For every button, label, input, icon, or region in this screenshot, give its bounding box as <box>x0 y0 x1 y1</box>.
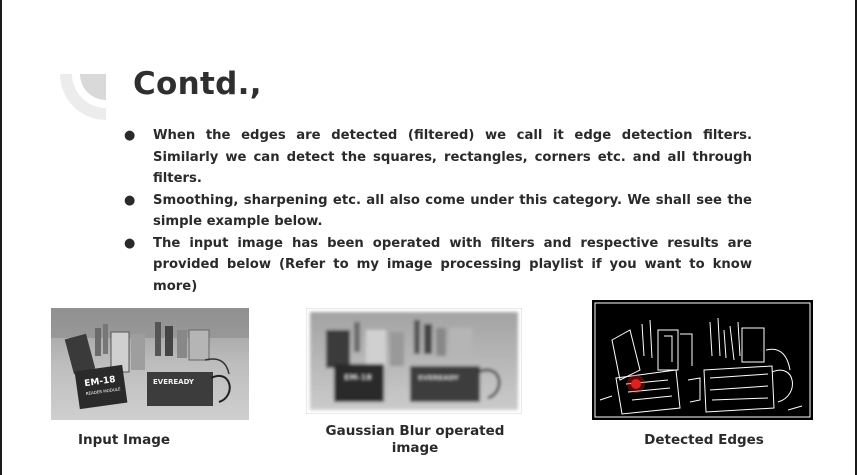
input-image-caption: Input Image <box>77 432 171 448</box>
battery-label-text: EVEREADY <box>153 378 195 386</box>
bullet-text: When the edges are detected (filtered) w… <box>153 128 752 186</box>
bullet-list: ● When the edges are detected (filtered) … <box>122 125 752 297</box>
bullet-item: ● The input image has been operated with … <box>122 233 752 298</box>
bullet-text: Smoothing, sharpening etc. all also come… <box>153 192 752 230</box>
detected-edges-image <box>592 300 813 420</box>
decorative-arc-shape <box>60 74 106 120</box>
bullet-text: The input image has been operated with f… <box>153 235 752 294</box>
blurred-module-label-text: EM-18 <box>344 373 372 382</box>
bullet-item: ● Smoothing, sharpening etc. all also com… <box>122 190 752 233</box>
gaussian-blur-caption: Gaussian Blur operated image <box>325 423 505 456</box>
slide: Contd., ● When the edges are detected (fi… <box>0 0 857 475</box>
input-image: EM-18 READER MODULE EVEREADY <box>51 308 249 420</box>
detected-edges-caption: Detected Edges <box>644 432 764 448</box>
bullet-dot: ● <box>124 128 136 143</box>
gaussian-blur-image: EM-18 EVEREADY <box>306 308 522 414</box>
bullet-dot: ● <box>124 192 136 208</box>
bullet-item: ● When the edges are detected (filtered) … <box>122 125 752 190</box>
slide-title: Contd., <box>133 66 262 102</box>
slide-border-left <box>0 0 2 475</box>
blurred-battery-label-text: EVEREADY <box>418 374 460 382</box>
bullet-dot: ● <box>124 235 136 251</box>
